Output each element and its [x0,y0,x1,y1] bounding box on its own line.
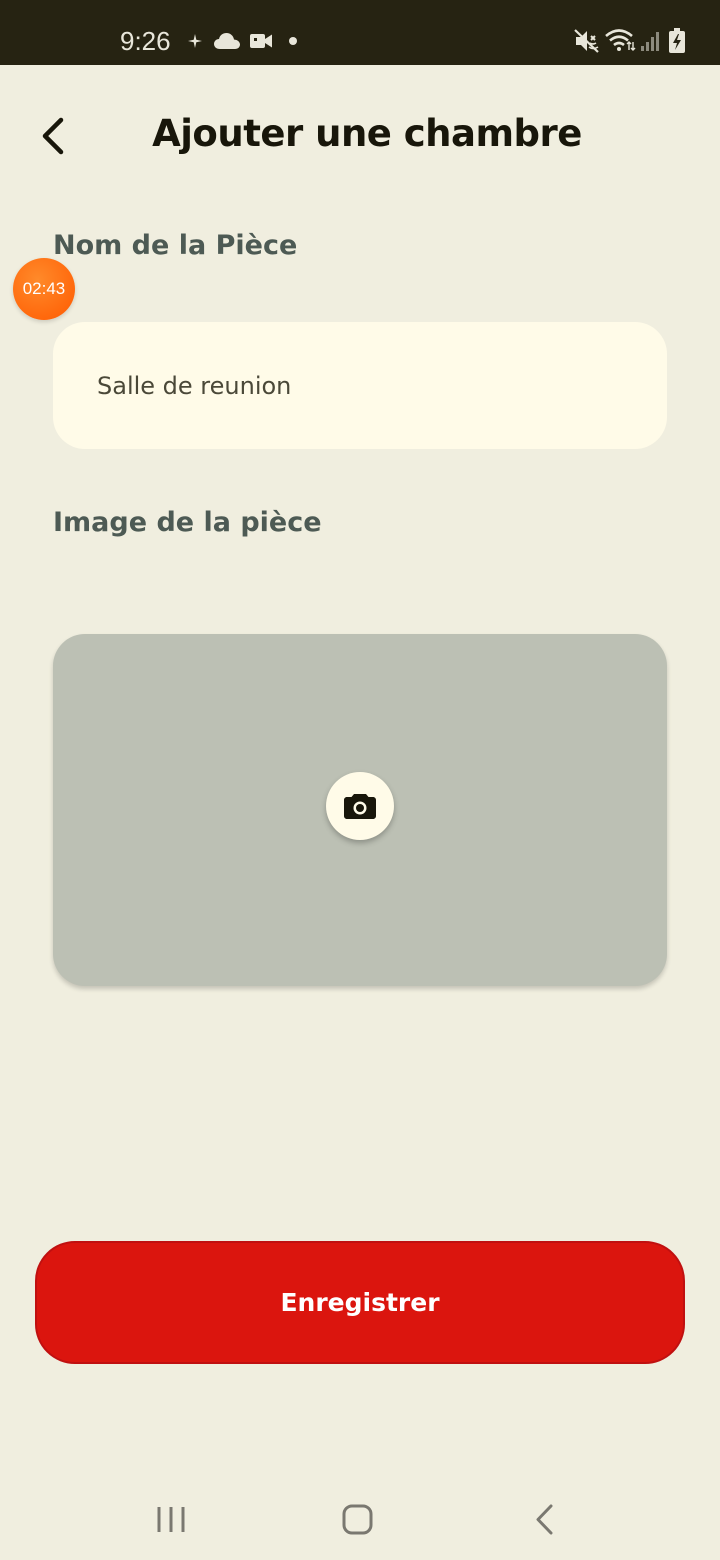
recent-apps-icon [157,1507,185,1532]
dot-icon [289,37,297,45]
image-picker[interactable] [53,634,667,986]
cloud-icon [214,33,240,49]
recent-apps-button[interactable] [146,1498,196,1542]
camera-button[interactable] [326,772,394,840]
navigation-bar [0,1478,720,1560]
timer-badge[interactable]: 02:43 [13,258,75,320]
status-bar: 9:26 [0,0,720,65]
wifi-icon [605,29,636,51]
sparkle-icon [188,34,202,48]
room-name-input[interactable] [53,322,667,449]
page-title: Ajouter une chambre [152,112,582,155]
screen: 9:26 Ajouter une chambre Nom de la Pièce… [0,0,720,1560]
signal-icon [641,32,659,51]
mute-icon [574,29,599,53]
room-image-label: Image de la pièce [53,507,322,538]
home-button[interactable] [333,1498,383,1542]
back-icon [536,1504,553,1535]
save-button[interactable]: Enregistrer [35,1241,685,1364]
status-time: 9:26 [120,26,171,56]
nav-back-button[interactable] [520,1498,570,1542]
room-name-label: Nom de la Pièce [53,230,298,261]
video-icon [250,34,272,48]
camera-icon [344,794,376,819]
battery-charging-icon [669,28,685,53]
home-icon [342,1504,373,1535]
